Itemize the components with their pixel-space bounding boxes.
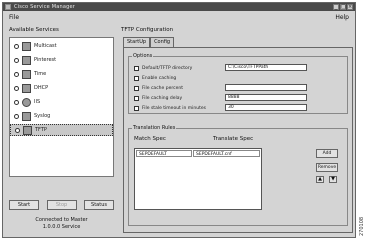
stale-timeout-input[interactable]: 30 [225,104,307,111]
service-item-syslog[interactable]: Syslog [10,110,113,122]
tab-strip: StartUp Config [123,37,175,47]
service-item-iis[interactable]: IIS [10,96,113,108]
server-icon [22,55,31,65]
default-directory-checkbox[interactable] [134,65,139,71]
service-label: DHCP [34,85,49,91]
service-list: Multicast Pinterest Time DHCP IIS Syslog… [9,37,114,177]
connection-status: Connected to Master [35,217,88,223]
move-down-button[interactable]: ▼ [329,176,337,183]
tftp-icon [23,125,32,135]
figure-number: 270108 [359,216,365,236]
config-title: TFTP Configuration [121,27,174,33]
radio-icon[interactable] [14,85,19,91]
radio-icon[interactable] [14,43,19,49]
options-group-title: Options [132,53,154,59]
translation-group-title: Translation Rules [132,125,177,131]
option-label: File stale timeout in minutes [142,105,206,111]
window-title: Cisco Service Manager [14,4,76,10]
option-row: Enable caching [134,74,176,82]
service-label: TFTP [35,127,47,133]
service-item-dhcp[interactable]: DHCP [10,82,113,94]
option-row: Default/TFTP directory [134,64,192,72]
default-directory-input[interactable]: C:\Cisco\TFTPPath [225,64,307,71]
radio-icon[interactable] [15,127,20,133]
translation-group: Translation Rules Match Spec Translate S… [128,125,348,226]
option-row: File cache percent [134,84,183,92]
option-label: File cache percent [142,85,183,91]
service-label: Multicast [34,43,57,49]
tab-panel: Options Default/TFTP directory C:\Cisco\… [123,47,353,233]
service-buttons: Start Stop Status [9,200,114,210]
match-spec-header: Match Spec [134,136,166,142]
connection-detail: 1.0.0.0 Service [42,224,81,230]
match-cell[interactable]: SEPDEFAULT [136,150,192,157]
menu-file[interactable]: File [9,14,19,21]
app-icon [5,4,11,10]
service-item-time[interactable]: Time [10,68,113,80]
translation-table: SEPDEFAULT SEPDEFAULT.cnf [134,148,262,210]
radio-icon[interactable] [14,57,19,63]
service-item-tftp[interactable]: TFTP [10,124,113,136]
tab-startup[interactable]: StartUp [123,37,151,47]
service-label: Syslog [34,113,51,119]
option-row: File stale timeout in minutes [134,104,206,112]
services-pane-title: Available Services [9,27,59,33]
remove-rule-button[interactable]: Remove [316,163,338,172]
maximize-button[interactable]: □ [340,4,346,10]
services-pane: Available Services Multicast Pinterest T… [9,27,114,232]
service-item-multicast[interactable]: Multicast [10,40,113,52]
tab-config[interactable]: Config [150,37,175,47]
option-label: File caching delay [142,95,183,101]
option-label: Default/TFTP directory [142,65,193,71]
move-up-button[interactable]: ▲ [316,176,324,183]
start-button[interactable]: Start [9,200,39,210]
translate-spec-header: Translate Spec [213,136,254,142]
cache-delay-input[interactable]: 8888 [225,94,307,101]
options-group: Options Default/TFTP directory C:\Cisco\… [128,53,348,114]
radio-icon[interactable] [14,99,19,105]
service-label: IIS [34,99,41,105]
service-label: Pinterest [34,57,57,63]
status-button[interactable]: Status [84,200,114,210]
radio-icon[interactable] [14,71,19,77]
cache-delay-checkbox[interactable] [134,95,139,101]
option-label: Enable caching [142,75,177,81]
menu-help[interactable]: Help [335,14,349,21]
stale-timeout-checkbox[interactable] [134,105,139,111]
service-item-server[interactable]: Pinterest [10,54,113,66]
radio-icon[interactable] [14,113,19,119]
log-icon [22,111,31,121]
stop-button[interactable]: Stop [46,200,77,210]
translate-cell[interactable]: SEPDEFAULT.cnf [193,150,260,157]
network-icon [22,83,31,93]
service-label: Time [34,71,47,77]
title-bar: Cisco Service Manager _ □ × [3,3,355,11]
clock-icon [22,69,31,79]
app-window: Cisco Service Manager _ □ × File Help Av… [2,2,356,238]
web-server-icon [22,97,31,107]
cache-percent-checkbox[interactable] [134,85,139,91]
multicast-icon [22,41,31,51]
cache-percent-input[interactable] [225,84,307,91]
enable-caching-checkbox[interactable] [134,75,139,81]
config-pane: TFTP Configuration StartUp Config Option… [121,27,353,235]
minimize-button[interactable]: _ [333,4,339,10]
close-button[interactable]: × [347,4,353,10]
add-rule-button[interactable]: Add [316,149,338,158]
menu-bar: File Help [3,12,355,22]
option-row: File caching delay [134,94,182,102]
